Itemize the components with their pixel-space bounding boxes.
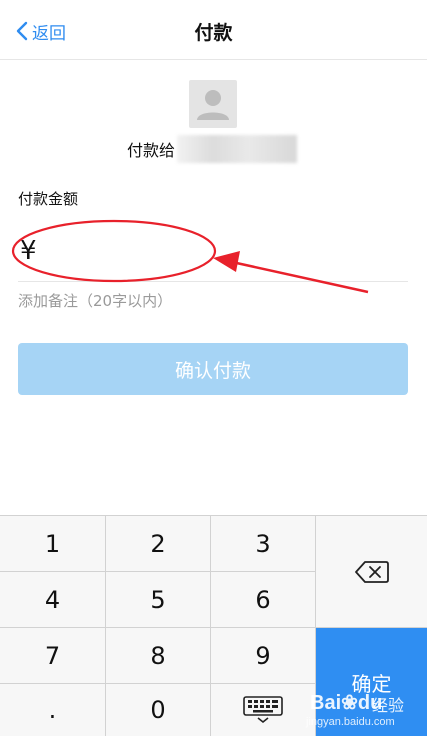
key-dot[interactable]: . [0, 684, 106, 736]
confirm-payment-button[interactable]: 确认付款 [18, 343, 408, 395]
keypad-confirm-button[interactable]: 确定 [316, 628, 427, 736]
numeric-keypad: 1 2 3 4 5 6 7 8 9 . 0 确定 [0, 515, 427, 736]
avatar [189, 80, 237, 128]
nav-bar: 返回 付款 [0, 0, 427, 60]
keyboard-hide-button[interactable] [211, 684, 316, 736]
payment-screen: 返回 付款 付款给 付款金额 ¥ 添加备注（20字以内） 确认付款 1 2 3 … [0, 0, 427, 736]
key-1[interactable]: 1 [0, 516, 106, 572]
backspace-icon [354, 560, 389, 583]
key-5[interactable]: 5 [106, 572, 211, 628]
remark-input[interactable]: 添加备注（20字以内） [18, 290, 172, 311]
delete-button[interactable] [316, 516, 427, 628]
user-icon [197, 90, 229, 120]
key-6[interactable]: 6 [211, 572, 316, 628]
key-9[interactable]: 9 [211, 628, 316, 684]
keyboard-hide-icon [243, 696, 283, 724]
payee-line: 付款给 [127, 134, 298, 164]
payee-name-blurred [177, 135, 298, 163]
key-2[interactable]: 2 [106, 516, 211, 572]
currency-symbol: ¥ [20, 236, 37, 266]
page-title: 付款 [194, 22, 233, 44]
key-7[interactable]: 7 [0, 628, 106, 684]
amount-label: 付款金额 [18, 190, 79, 208]
key-3[interactable]: 3 [211, 516, 316, 572]
amount-input[interactable]: ¥ [18, 226, 408, 282]
key-8[interactable]: 8 [106, 628, 211, 684]
payee-prefix: 付款给 [127, 141, 176, 160]
key-4[interactable]: 4 [0, 572, 106, 628]
key-0[interactable]: 0 [106, 684, 211, 736]
